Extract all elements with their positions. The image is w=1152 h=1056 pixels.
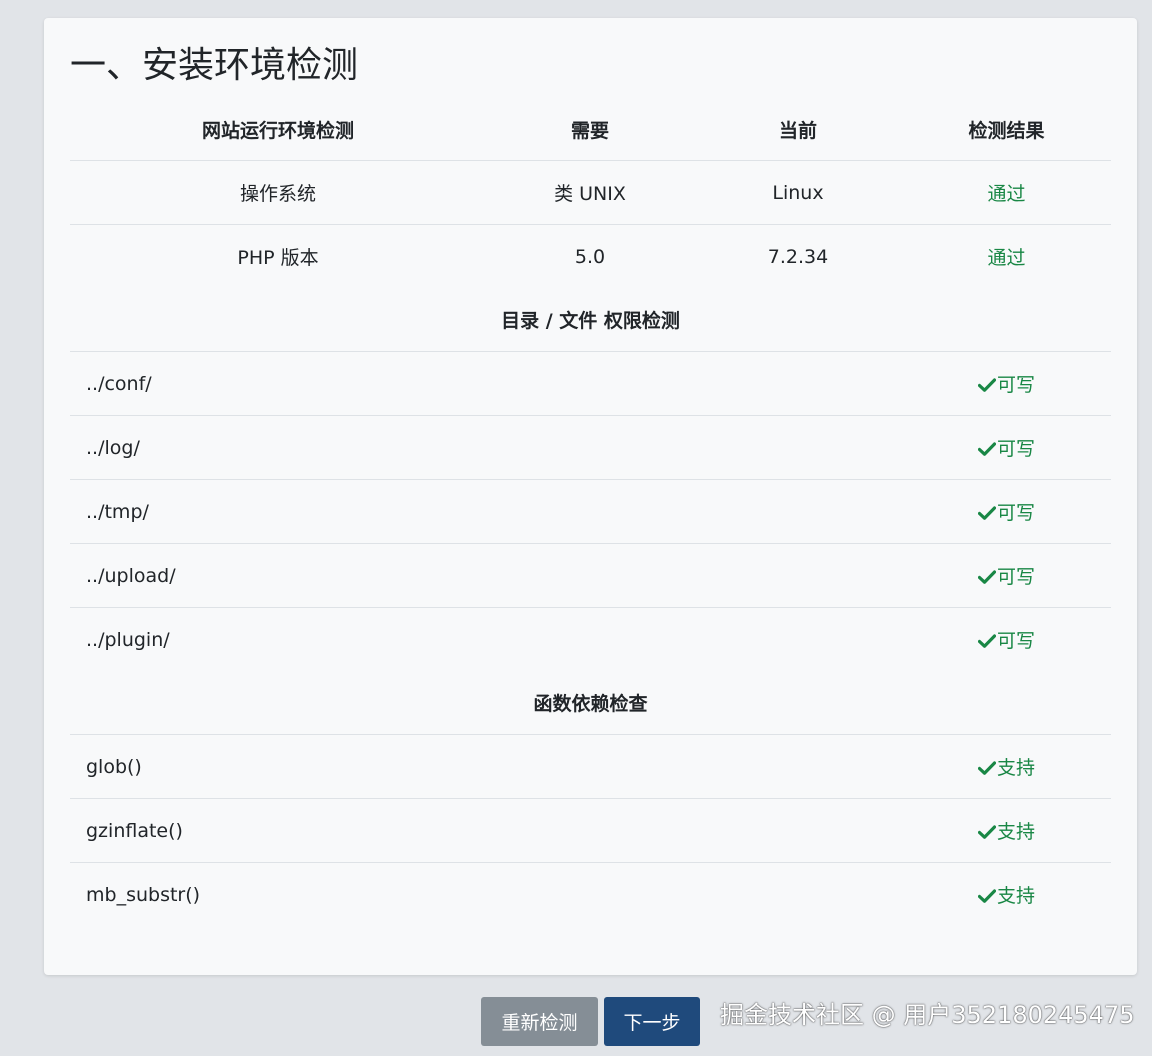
dir-status: 可写 [902, 415, 1111, 480]
env-row-php: PHP 版本 5.0 7.2.34 通过 [70, 225, 1111, 289]
dir-path: ../plugin/ [86, 628, 170, 651]
func-name: glob() [70, 734, 902, 799]
func-status: 支持 [902, 798, 1111, 863]
dir-status: 可写 [902, 351, 1111, 416]
check-icon [977, 634, 996, 648]
dir-path: ../conf/ [70, 351, 902, 416]
check-icon [977, 378, 996, 392]
check-icon [977, 889, 996, 903]
dir-status-label: 可写 [996, 566, 1035, 588]
dir-section-header: 目录 / 文件 权限检测 [70, 288, 1111, 352]
dir-section-title: 目录 / 文件 权限检测 [70, 288, 1111, 352]
func-section-title: 函数依赖检查 [70, 671, 1111, 735]
dir-status: 可写 [902, 543, 1111, 608]
header-env-check: 网站运行环境检测 [70, 98, 486, 161]
dir-path: ../tmp/ [70, 479, 902, 544]
env-required: 类 UNIX [486, 160, 694, 225]
func-row: mb_substr() 支持 [70, 863, 1111, 927]
func-status: 支持 [902, 863, 1111, 927]
env-item: 操作系统 [70, 160, 486, 225]
env-result: 通过 [902, 160, 1111, 225]
header-result: 检测结果 [902, 98, 1111, 161]
func-row: gzinflate() 支持 [70, 798, 1111, 863]
check-icon [977, 570, 996, 584]
env-required: 5.0 [574, 245, 606, 268]
env-item: PHP 版本 [237, 247, 319, 269]
dir-status-label: 可写 [996, 438, 1035, 460]
check-icon [977, 825, 996, 839]
func-status-label: 支持 [996, 757, 1035, 779]
func-row: glob() 支持 [70, 734, 1111, 799]
dir-path: ../log/ [70, 415, 902, 480]
env-row-os: 操作系统 类 UNIX Linux 通过 [70, 160, 1111, 225]
dir-row: ../upload/ 可写 [70, 543, 1111, 608]
next-step-button[interactable]: 下一步 [604, 997, 700, 1046]
func-status-label: 支持 [996, 821, 1035, 843]
header-required: 需要 [486, 98, 694, 161]
dir-row: ../conf/ 可写 [70, 351, 1111, 416]
dir-status-label: 可写 [996, 502, 1035, 524]
env-current: 7.2.34 [767, 245, 829, 268]
func-status-label: 支持 [996, 885, 1035, 907]
recheck-button[interactable]: 重新检测 [481, 997, 598, 1046]
dir-status-label: 可写 [996, 630, 1035, 652]
env-result: 通过 [987, 247, 1026, 269]
env-current: Linux [694, 160, 902, 225]
dir-row: ../plugin/ 可写 [70, 608, 1111, 672]
header-current: 当前 [694, 98, 902, 161]
dir-row: ../tmp/ 可写 [70, 479, 1111, 544]
environment-check-table: 网站运行环境检测 需要 当前 检测结果 操作系统 类 UNIX Linux 通过… [70, 98, 1111, 926]
check-icon [977, 442, 996, 456]
watermark: 掘金技术社区 @ 用户352180245475 [720, 1001, 1135, 1029]
table-header-row: 网站运行环境检测 需要 当前 检测结果 [70, 98, 1111, 161]
check-icon [977, 761, 996, 775]
func-status: 支持 [902, 734, 1111, 799]
page-title: 一、安装环境检测 [70, 45, 359, 86]
func-name: mb_substr() [86, 883, 201, 906]
dir-status-label: 可写 [996, 374, 1035, 396]
check-icon [977, 506, 996, 520]
dir-row: ../log/ 可写 [70, 415, 1111, 480]
func-name: gzinflate() [70, 798, 902, 863]
install-check-card: 一、安装环境检测 网站运行环境检测 需要 当前 检测结果 操作系统 类 UNIX… [44, 18, 1137, 975]
func-section-header: 函数依赖检查 [70, 671, 1111, 735]
dir-status: 可写 [902, 479, 1111, 544]
dir-path: ../upload/ [70, 543, 902, 608]
dir-status: 可写 [902, 608, 1111, 672]
